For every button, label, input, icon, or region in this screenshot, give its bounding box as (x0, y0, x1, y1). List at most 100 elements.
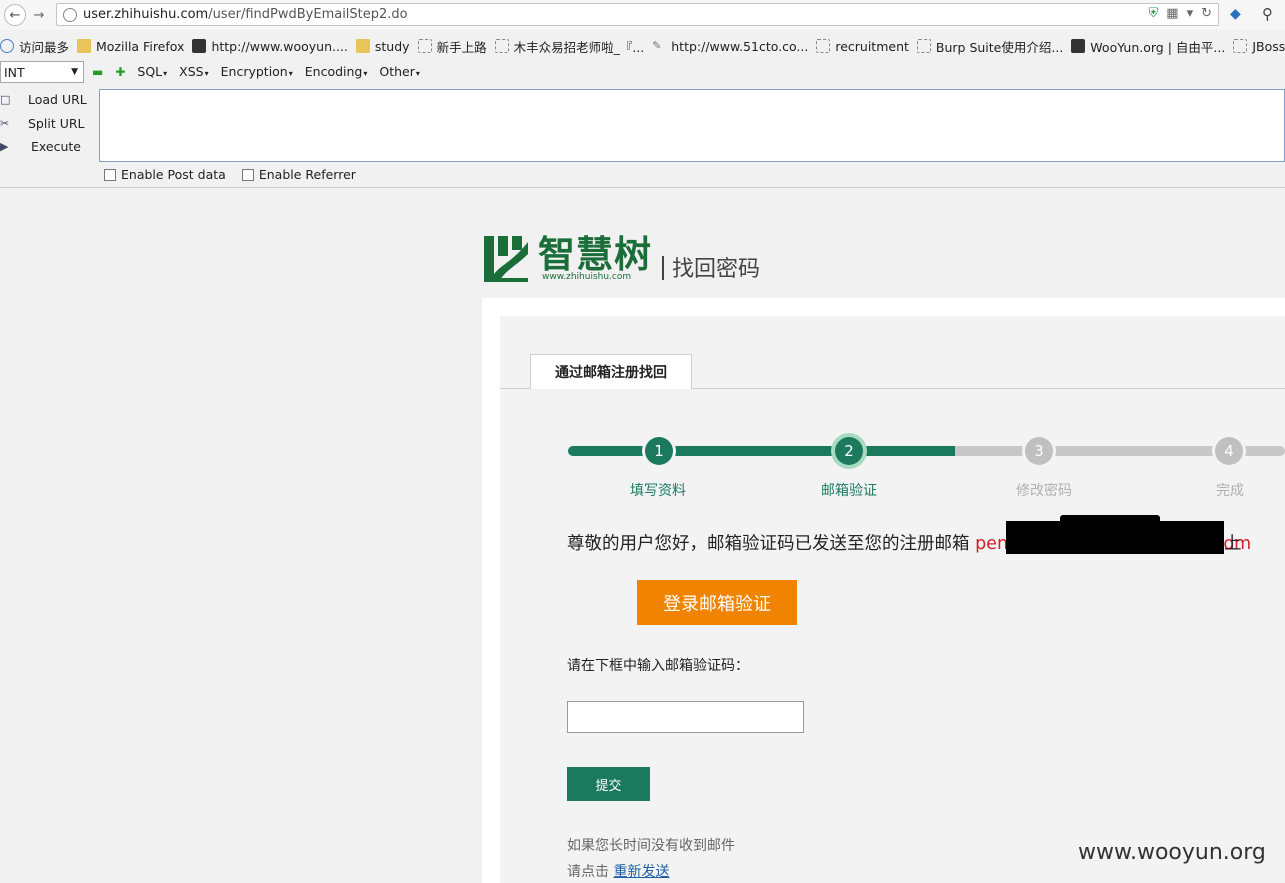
logo-separator (662, 256, 664, 280)
menu-xss[interactable]: XSS (179, 64, 208, 79)
forward-arrow-icon: → (33, 7, 45, 23)
clip-icon: ✎ (652, 39, 662, 52)
tree-logo-icon (482, 234, 532, 282)
menu-other[interactable]: Other (379, 64, 420, 79)
int-select[interactable]: INT ▼ (0, 61, 84, 83)
hackbar-url-textarea[interactable] (99, 89, 1285, 162)
back-arrow-icon: ← (9, 7, 21, 23)
resend-hint: 请点击 重新发送 (567, 861, 669, 881)
login-email-verify-button[interactable]: 登录邮箱验证 (637, 580, 797, 625)
bookmark-item[interactable]: 木丰众易招老师啦_『... (494, 37, 645, 56)
enable-post-label: Enable Post data (121, 167, 226, 182)
notice-text: 尊敬的用户您好，邮箱验证码已发送至您的注册邮箱 (567, 534, 976, 554)
bookmark-item[interactable]: JBossWeb/2... (1233, 39, 1285, 54)
search-icon[interactable]: ⚲ (1262, 5, 1273, 23)
bookmark-item[interactable]: 访问最多 (0, 37, 69, 56)
page-icon (816, 39, 831, 53)
qr-code-icon[interactable]: ▦ (1166, 6, 1178, 21)
bookmark-label: study (374, 38, 410, 54)
submit-button[interactable]: 提交 (567, 767, 650, 801)
step-3-label: 修改密码 (1016, 483, 1072, 499)
hackbar-options: Enable Post data Enable Referrer (104, 167, 356, 182)
forward-button[interactable]: → (30, 4, 48, 26)
execute-label: Execute (31, 139, 81, 155)
reload-icon[interactable]: ↻ (1201, 6, 1212, 21)
notice-suffix: 上 (1224, 534, 1242, 554)
bookmark-item[interactable]: Mozilla Firefox (77, 39, 184, 54)
split-url-button[interactable]: ✂ Split URL (0, 112, 96, 136)
bookmark-label: http://www.wooyun.... (211, 38, 348, 54)
tab-email-recovery[interactable]: 通过邮箱注册找回 (530, 354, 692, 389)
bookmark-item[interactable]: Burp Suite使用介绍... (916, 37, 1064, 56)
bookmark-label: 访问最多 (19, 39, 70, 55)
address-bar[interactable]: user.zhihuishu.com/user/findPwdByEmailSt… (56, 3, 1219, 26)
checkbox-icon (241, 168, 254, 181)
logo-text: 智慧树 www.zhihuishu.com (538, 234, 652, 282)
globe-icon (63, 7, 77, 22)
bookmark-label: http://www.51cto.co... (671, 38, 809, 54)
code-prompt: 请在下框中输入邮箱验证码： (567, 658, 749, 674)
site-icon (1071, 39, 1086, 53)
progress-fill (568, 446, 955, 456)
bookmark-label: 木丰众易招老师啦_『... (513, 39, 645, 55)
folder-icon (355, 39, 370, 53)
url-path: /user/findPwdByEmailStep2.do (208, 7, 408, 22)
enable-referrer-label: Enable Referrer (258, 167, 356, 182)
url-tools: ⛨ ▦ ▾ ↻ (1149, 6, 1213, 21)
step-3-dot: 3 (1025, 437, 1053, 465)
back-button[interactable]: ← (4, 4, 26, 26)
extension-icon[interactable]: ◆ (1230, 6, 1241, 22)
verification-code-input[interactable] (567, 701, 804, 733)
url-host: user.zhihuishu.com (83, 7, 209, 22)
history-icon (0, 39, 14, 53)
hackbar-actions: □ Load URL ✂ Split URL ▶ Execute (0, 88, 96, 159)
logo-url: www.zhihuishu.com (542, 272, 632, 282)
folder-icon (77, 39, 92, 53)
hackbar-items: ▬ ✚ SQL XSS Encryption Encoding Other (92, 64, 420, 79)
site-logo[interactable]: 智慧树 www.zhihuishu.com 找回密码 (482, 234, 760, 282)
bookmark-label: Burp Suite使用介绍... (935, 39, 1064, 55)
step-4-label: 完成 (1216, 483, 1244, 499)
dropdown-icon[interactable]: ▾ (1187, 6, 1194, 21)
int-select-value: INT (4, 64, 25, 80)
page-title: 找回密码 (672, 257, 761, 282)
bookmark-item[interactable]: study (355, 38, 410, 54)
page-icon (417, 39, 432, 53)
chevron-down-icon: ▼ (71, 67, 78, 77)
execute-button[interactable]: ▶ Execute (0, 135, 96, 159)
checkbox-icon (104, 168, 116, 181)
menu-sql[interactable]: SQL (137, 64, 167, 79)
resend-link[interactable]: 重新发送 (613, 864, 669, 880)
plus-icon[interactable]: ✚ (115, 65, 125, 79)
step-2-dot: 2 (835, 437, 863, 465)
bookmark-item[interactable]: recruitment (816, 39, 909, 54)
bookmark-label: JBossWeb/2... (1252, 38, 1285, 54)
scissors-icon: ✂ (0, 116, 10, 130)
resend-prefix: 请点击 (567, 864, 614, 880)
split-url-label: Split URL (28, 115, 85, 131)
menu-encoding[interactable]: Encoding (305, 64, 368, 79)
menu-encryption[interactable]: Encryption (221, 64, 293, 79)
page-icon (916, 39, 931, 53)
bookmark-label: 新手上路 (436, 39, 487, 55)
toolbar-divider (0, 187, 1285, 188)
bookmark-label: Mozilla Firefox (96, 38, 185, 54)
bookmarks-toolbar: 访问最多 Mozilla Firefox http://www.wooyun....… (0, 34, 1285, 58)
no-email-hint: 如果您长时间没有收到邮件 (567, 838, 735, 854)
shield-icon[interactable]: ⛨ (1149, 6, 1159, 21)
bookmark-label: recruitment (835, 38, 909, 54)
step-4-dot: 4 (1215, 437, 1243, 465)
load-url-label: Load URL (28, 92, 87, 108)
enable-referrer-checkbox[interactable]: Enable Referrer (241, 167, 356, 182)
bookmark-item[interactable]: WooYun.org | 自由平... (1071, 37, 1225, 56)
step-1-dot: 1 (645, 437, 673, 465)
enable-post-checkbox[interactable]: Enable Post data (104, 167, 226, 182)
watermark: www.wooyun.org (1078, 840, 1266, 865)
bookmark-item[interactable]: http://www.wooyun.... (192, 38, 348, 54)
load-url-button[interactable]: □ Load URL (0, 88, 96, 112)
bookmark-item[interactable]: 新手上路 (417, 37, 487, 56)
bookmark-item[interactable]: ✎ http://www.51cto.co... (652, 39, 808, 54)
play-icon: ▶ (0, 140, 9, 154)
load-url-icon: □ (0, 93, 11, 107)
minus-icon[interactable]: ▬ (92, 65, 103, 79)
